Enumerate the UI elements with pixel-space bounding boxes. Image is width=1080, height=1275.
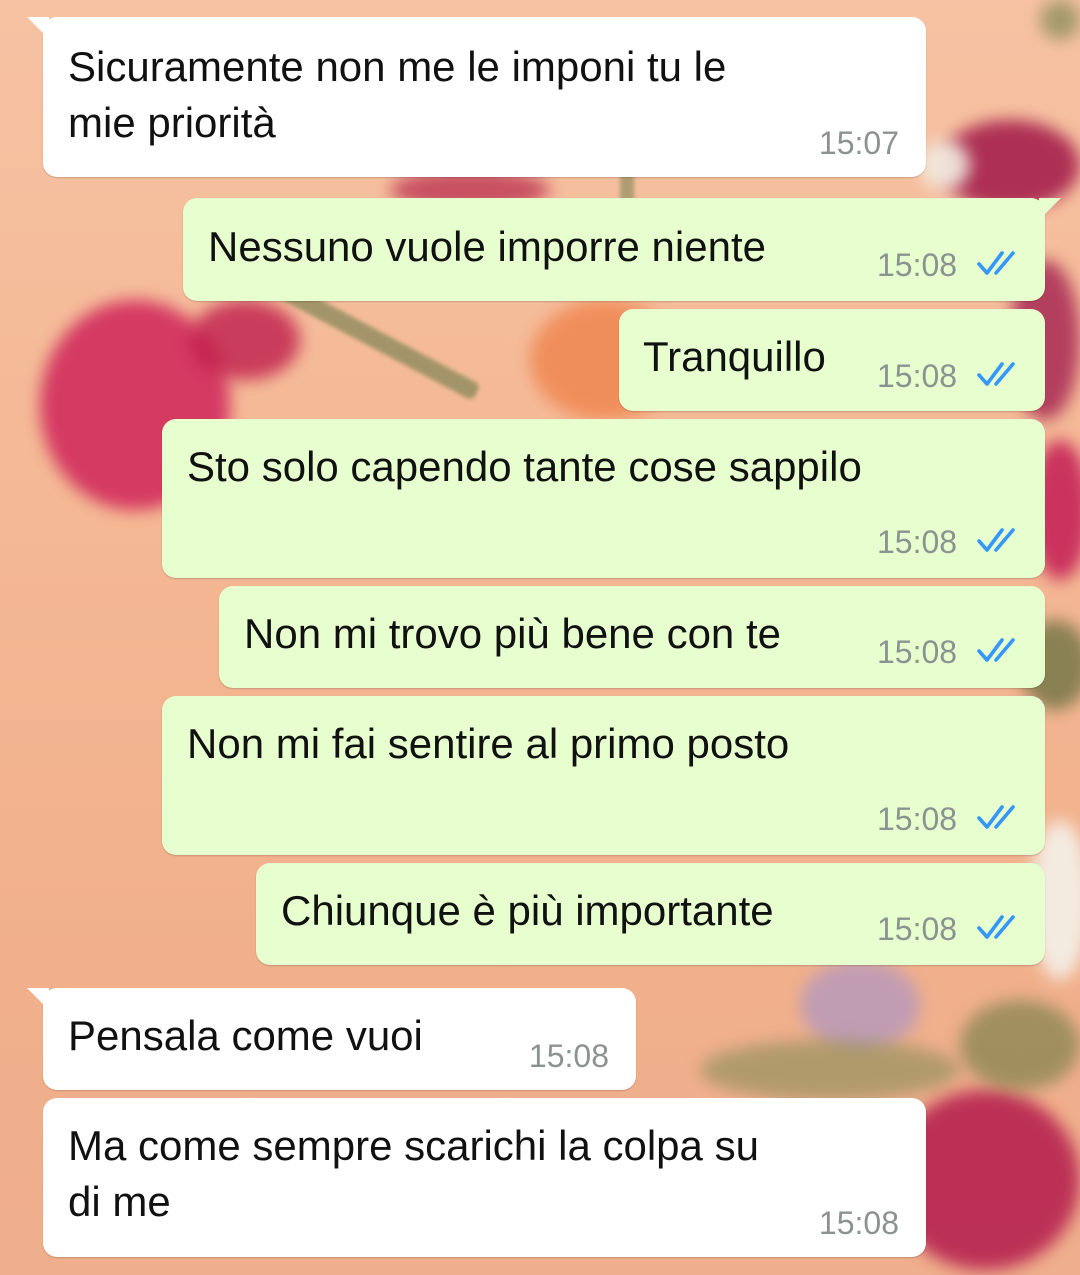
message-timestamp: 15:08 <box>528 1038 609 1074</box>
incoming-message[interactable]: Ma come sempre scarichi la colpa su di m… <box>43 1098 926 1257</box>
double-check-icon <box>977 528 1015 552</box>
foliage-decoration <box>1040 0 1080 40</box>
double-check-icon <box>977 805 1015 829</box>
message-timestamp: 15:08 <box>877 358 958 394</box>
bubble-tail <box>27 988 49 1010</box>
outgoing-message[interactable]: Tranquillo 15:08 <box>619 309 1045 411</box>
message-text-line: di me <box>68 1178 171 1225</box>
message-text: Chiunque è più importante <box>281 887 774 934</box>
bubble-tail <box>1039 198 1061 220</box>
outgoing-message[interactable]: Non mi fai sentire al primo posto 15:08 <box>162 696 1045 855</box>
outgoing-message[interactable]: Nessuno vuole imporre niente 15:08 <box>183 198 1061 301</box>
incoming-message[interactable]: Pensala come vuoi 15:08 <box>27 988 636 1090</box>
message-timestamp: 15:08 <box>818 1205 899 1241</box>
flower-decoration <box>920 140 970 190</box>
message-timestamp: 15:08 <box>877 801 958 837</box>
outgoing-message[interactable]: Chiunque è più importante 15:08 <box>256 863 1045 965</box>
message-timestamp: 15:08 <box>877 911 958 947</box>
message-text: Nessuno vuole imporre niente <box>208 223 766 270</box>
message-timestamp: 15:08 <box>877 247 958 283</box>
message-text: Tranquillo <box>643 333 826 380</box>
outgoing-message[interactable]: Sto solo capendo tante cose sappilo 15:0… <box>162 419 1045 578</box>
message-timestamp: 15:08 <box>877 524 958 560</box>
double-check-icon <box>977 915 1015 939</box>
foliage-decoration <box>700 1040 960 1100</box>
message-text: Sto solo capendo tante cose sappilo <box>187 443 862 490</box>
double-check-icon <box>977 251 1015 275</box>
foliage-decoration <box>960 1000 1080 1090</box>
incoming-message[interactable]: Sicuramente non me le imponi tu le mie p… <box>27 17 926 177</box>
bubble-tail <box>27 17 49 39</box>
flower-decoration <box>190 300 300 380</box>
message-text-line: Sicuramente non me le imponi tu le <box>68 43 727 90</box>
message-timestamp: 15:07 <box>818 125 899 161</box>
message-text: Non mi fai sentire al primo posto <box>187 720 790 767</box>
flower-decoration <box>800 960 920 1050</box>
message-text-line: mie priorità <box>68 99 276 146</box>
outgoing-message[interactable]: Non mi trovo più bene con te 15:08 <box>219 586 1045 688</box>
message-text: Non mi trovo più bene con te <box>244 610 781 657</box>
double-check-icon <box>977 362 1015 386</box>
message-text: Pensala come vuoi <box>68 1012 423 1059</box>
double-check-icon <box>977 638 1015 662</box>
message-timestamp: 15:08 <box>877 634 958 670</box>
message-text-line: Ma come sempre scarichi la colpa su <box>68 1122 759 1169</box>
